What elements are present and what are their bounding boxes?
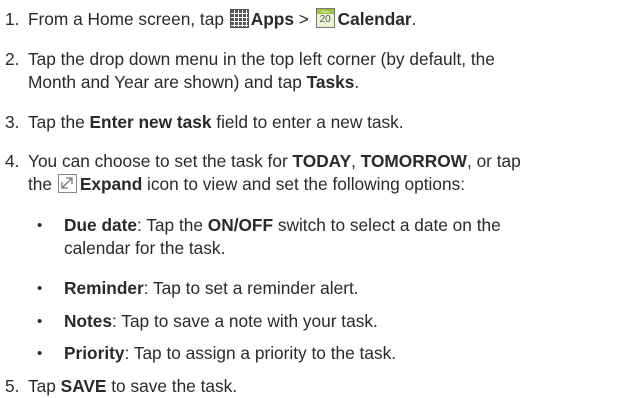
step-text: From a Home screen, tap Apps > Mon 20 Cale…	[28, 8, 417, 29]
step-number: 2.	[5, 49, 20, 69]
bullet-marker: •	[37, 313, 43, 330]
step-text: Tap the Enter new task field to enter a …	[28, 112, 404, 132]
step-text: You can choose to set the task for TODAY…	[28, 151, 521, 194]
expand-icon	[57, 174, 77, 193]
on-off-label: ON/OFF	[207, 215, 274, 235]
enter-new-task-label: Enter new task	[89, 112, 212, 132]
step-number: 4.	[5, 151, 20, 171]
step-number: 5.	[5, 376, 20, 396]
instruction-list: 1. From a Home screen, tap Apps > Mon 20 C…	[0, 0, 630, 396]
option-label: Notes	[64, 311, 113, 331]
tomorrow-label: TOMORROW	[360, 151, 467, 171]
calendar-icon: Mon 20	[315, 8, 335, 28]
bullet-marker: •	[37, 345, 43, 362]
step-text: Tap SAVE to save the task.	[28, 376, 238, 396]
expand-label: Expand	[79, 174, 143, 194]
step-text: Tap the drop down menu in the top left c…	[28, 49, 495, 92]
save-label: SAVE	[60, 376, 107, 396]
step-number: 3.	[5, 112, 20, 132]
calendar-label: Calendar	[337, 9, 412, 29]
option-label: Reminder	[64, 278, 144, 298]
option-label: Priority	[64, 343, 125, 363]
apps-label: Apps	[250, 9, 294, 29]
tasks-label: Tasks	[306, 72, 355, 92]
bullet-marker: •	[37, 217, 43, 234]
apps-grid-icon	[229, 9, 249, 28]
option-label: Due date	[64, 215, 137, 235]
step-number: 1.	[5, 9, 20, 29]
bullet-marker: •	[37, 280, 43, 297]
today-label: TODAY	[292, 151, 352, 171]
